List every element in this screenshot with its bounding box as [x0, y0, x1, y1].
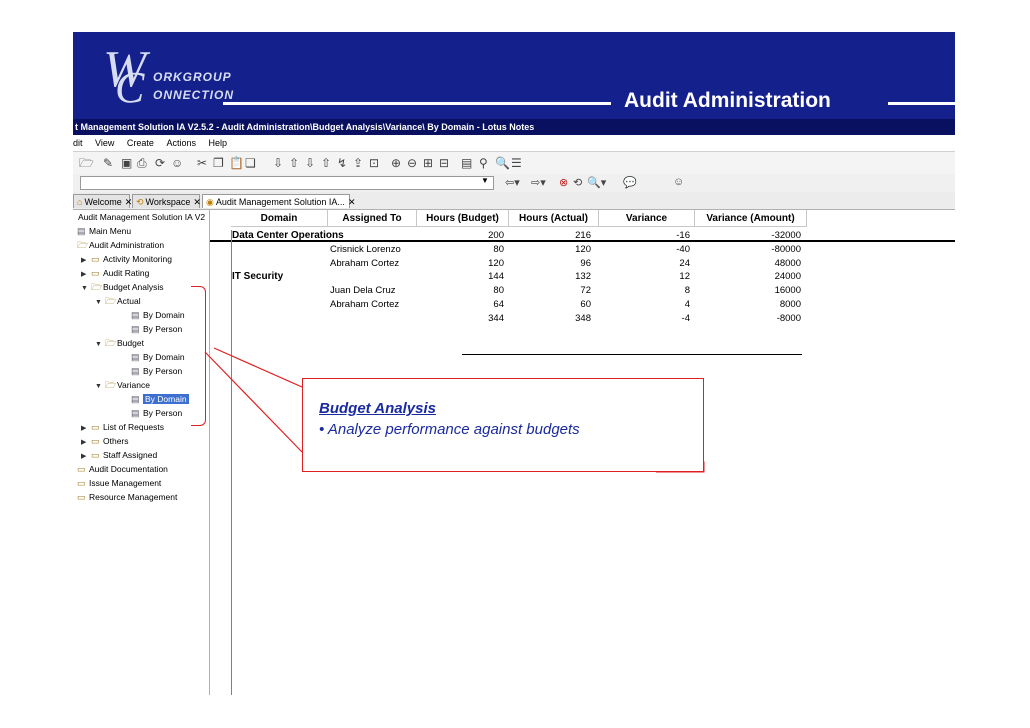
callout-title: Budget Analysis — [319, 400, 436, 417]
annotation-connector — [204, 347, 705, 473]
screenshot-frame: W C ORKGROUP ONNECTION Audit Administrat… — [73, 32, 955, 695]
callout-text: • Analyze performance against budgets — [319, 421, 580, 438]
annotation-callout: Budget Analysis • Analyze performance ag… — [302, 378, 704, 472]
